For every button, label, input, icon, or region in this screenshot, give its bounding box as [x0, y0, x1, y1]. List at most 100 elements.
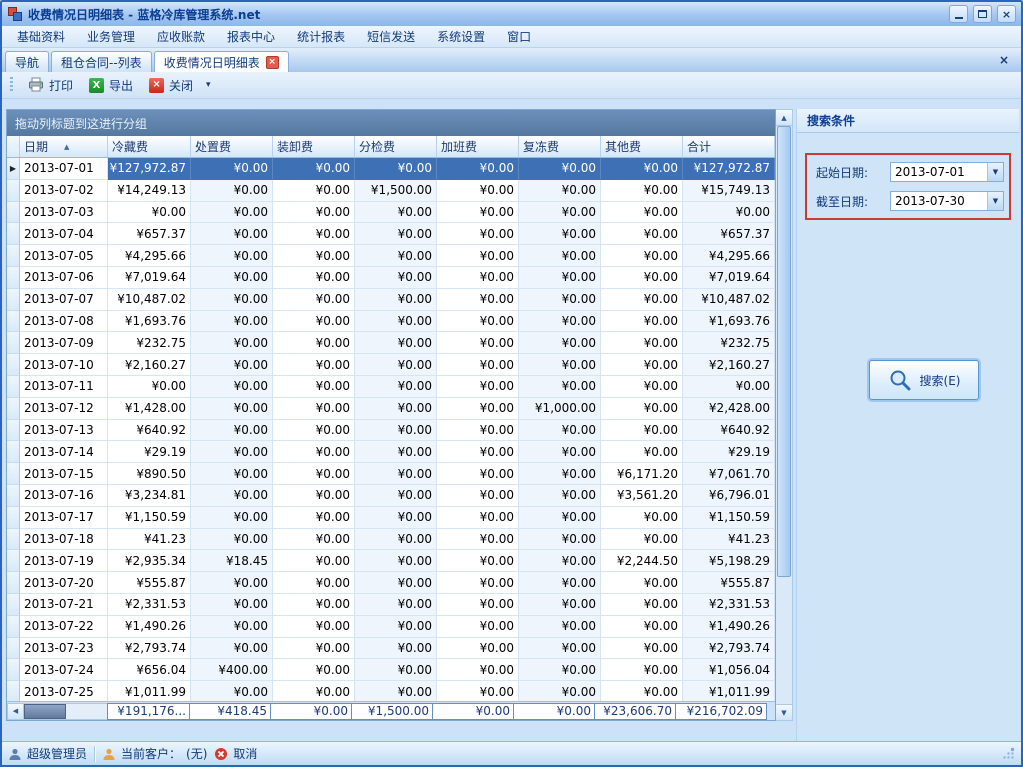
tab[interactable]: 导航: [5, 51, 49, 72]
amount-cell[interactable]: ¥1,056.04: [683, 659, 775, 681]
amount-cell[interactable]: ¥0.00: [355, 223, 437, 245]
table-row[interactable]: 2013-07-03¥0.00¥0.00¥0.00¥0.00¥0.00¥0.00…: [7, 202, 775, 224]
amount-cell[interactable]: ¥3,561.20: [601, 485, 683, 507]
amount-cell[interactable]: ¥1,000.00: [519, 398, 601, 420]
amount-cell[interactable]: ¥0.00: [519, 659, 601, 681]
amount-cell[interactable]: ¥0.00: [273, 376, 355, 398]
menu-item[interactable]: 系统设置: [426, 25, 496, 48]
table-row[interactable]: 2013-07-17¥1,150.59¥0.00¥0.00¥0.00¥0.00¥…: [7, 507, 775, 529]
amount-cell[interactable]: ¥0.00: [355, 463, 437, 485]
date-cell[interactable]: 2013-07-20: [20, 572, 108, 594]
table-row[interactable]: 2013-07-13¥640.92¥0.00¥0.00¥0.00¥0.00¥0.…: [7, 420, 775, 442]
tab[interactable]: 收费情况日明细表×: [154, 51, 289, 72]
amount-cell[interactable]: ¥0.00: [273, 332, 355, 354]
amount-cell[interactable]: ¥14,249.13: [108, 180, 191, 202]
amount-cell[interactable]: ¥5,198.29: [683, 550, 775, 572]
amount-cell[interactable]: ¥0.00: [191, 245, 273, 267]
amount-cell[interactable]: ¥10,487.02: [683, 289, 775, 311]
amount-cell[interactable]: ¥555.87: [683, 572, 775, 594]
amount-cell[interactable]: ¥0.00: [355, 289, 437, 311]
amount-cell[interactable]: ¥0.00: [191, 616, 273, 638]
menu-item[interactable]: 业务管理: [76, 25, 146, 48]
amount-cell[interactable]: ¥0.00: [601, 223, 683, 245]
amount-cell[interactable]: ¥1,500.00: [355, 180, 437, 202]
amount-cell[interactable]: ¥0.00: [273, 267, 355, 289]
date-cell[interactable]: 2013-07-11: [20, 376, 108, 398]
amount-cell[interactable]: ¥0.00: [519, 332, 601, 354]
amount-cell[interactable]: ¥640.92: [683, 420, 775, 442]
amount-cell[interactable]: ¥400.00: [191, 659, 273, 681]
resize-grip-icon[interactable]: [1002, 747, 1015, 760]
date-cell[interactable]: 2013-07-22: [20, 616, 108, 638]
amount-cell[interactable]: ¥232.75: [683, 332, 775, 354]
amount-cell[interactable]: ¥0.00: [191, 398, 273, 420]
amount-cell[interactable]: ¥0.00: [191, 681, 273, 701]
amount-cell[interactable]: ¥0.00: [437, 507, 519, 529]
amount-cell[interactable]: ¥0.00: [683, 202, 775, 224]
amount-cell[interactable]: ¥2,935.34: [108, 550, 191, 572]
amount-cell[interactable]: ¥0.00: [191, 485, 273, 507]
amount-cell[interactable]: ¥2,160.27: [683, 354, 775, 376]
amount-cell[interactable]: ¥0.00: [273, 681, 355, 701]
menu-item[interactable]: 基础资料: [6, 25, 76, 48]
amount-cell[interactable]: ¥127,972.87: [683, 158, 775, 180]
amount-cell[interactable]: ¥0.00: [437, 332, 519, 354]
amount-cell[interactable]: ¥0.00: [355, 311, 437, 333]
amount-cell[interactable]: ¥3,234.81: [108, 485, 191, 507]
amount-cell[interactable]: ¥0.00: [601, 659, 683, 681]
amount-cell[interactable]: ¥6,171.20: [601, 463, 683, 485]
amount-cell[interactable]: ¥0.00: [273, 616, 355, 638]
amount-cell[interactable]: ¥0.00: [273, 463, 355, 485]
date-cell[interactable]: 2013-07-17: [20, 507, 108, 529]
table-row[interactable]: 2013-07-20¥555.87¥0.00¥0.00¥0.00¥0.00¥0.…: [7, 572, 775, 594]
amount-cell[interactable]: ¥0.00: [273, 485, 355, 507]
amount-cell[interactable]: ¥15,749.13: [683, 180, 775, 202]
table-row[interactable]: 2013-07-09¥232.75¥0.00¥0.00¥0.00¥0.00¥0.…: [7, 332, 775, 354]
column-header[interactable]: 装卸费: [273, 136, 355, 157]
column-header[interactable]: 其他费: [601, 136, 683, 157]
amount-cell[interactable]: ¥0.00: [191, 572, 273, 594]
amount-cell[interactable]: ¥0.00: [601, 529, 683, 551]
table-row[interactable]: 2013-07-22¥1,490.26¥0.00¥0.00¥0.00¥0.00¥…: [7, 616, 775, 638]
date-cell[interactable]: 2013-07-05: [20, 245, 108, 267]
amount-cell[interactable]: ¥0.00: [273, 659, 355, 681]
column-header[interactable]: 合计: [683, 136, 775, 157]
amount-cell[interactable]: ¥0.00: [273, 223, 355, 245]
amount-cell[interactable]: ¥0.00: [273, 311, 355, 333]
amount-cell[interactable]: ¥0.00: [437, 158, 519, 180]
amount-cell[interactable]: ¥0.00: [191, 354, 273, 376]
amount-cell[interactable]: ¥0.00: [437, 202, 519, 224]
date-cell[interactable]: 2013-07-14: [20, 441, 108, 463]
amount-cell[interactable]: ¥2,793.74: [683, 638, 775, 660]
date-cell[interactable]: 2013-07-07: [20, 289, 108, 311]
amount-cell[interactable]: ¥890.50: [108, 463, 191, 485]
amount-cell[interactable]: ¥0.00: [273, 507, 355, 529]
chevron-down-icon[interactable]: ▼: [987, 163, 1003, 181]
amount-cell[interactable]: ¥0.00: [601, 638, 683, 660]
scroll-down-icon[interactable]: ▼: [776, 704, 792, 720]
amount-cell[interactable]: ¥1,693.76: [108, 311, 191, 333]
toolbar-overflow-button[interactable]: ▾: [201, 78, 216, 92]
amount-cell[interactable]: ¥2,428.00: [683, 398, 775, 420]
column-header[interactable]: 复冻费: [519, 136, 601, 157]
amount-cell[interactable]: ¥0.00: [355, 638, 437, 660]
amount-cell[interactable]: ¥0.00: [601, 594, 683, 616]
amount-cell[interactable]: ¥0.00: [437, 289, 519, 311]
chevron-down-icon[interactable]: ▼: [987, 192, 1003, 210]
amount-cell[interactable]: ¥0.00: [601, 332, 683, 354]
date-cell[interactable]: 2013-07-04: [20, 223, 108, 245]
column-header[interactable]: 加班费: [437, 136, 519, 157]
amount-cell[interactable]: ¥0.00: [601, 245, 683, 267]
end-date-combo[interactable]: 2013-07-30 ▼: [890, 191, 1004, 211]
search-button[interactable]: 搜索(E): [869, 360, 979, 400]
amount-cell[interactable]: ¥0.00: [191, 507, 273, 529]
amount-cell[interactable]: ¥0.00: [273, 550, 355, 572]
amount-cell[interactable]: ¥0.00: [601, 616, 683, 638]
amount-cell[interactable]: ¥0.00: [355, 507, 437, 529]
amount-cell[interactable]: ¥0.00: [355, 202, 437, 224]
amount-cell[interactable]: ¥0.00: [273, 158, 355, 180]
table-row[interactable]: 2013-07-25¥1,011.99¥0.00¥0.00¥0.00¥0.00¥…: [7, 681, 775, 701]
amount-cell[interactable]: ¥640.92: [108, 420, 191, 442]
amount-cell[interactable]: ¥0.00: [519, 463, 601, 485]
table-row[interactable]: 2013-07-12¥1,428.00¥0.00¥0.00¥0.00¥0.00¥…: [7, 398, 775, 420]
